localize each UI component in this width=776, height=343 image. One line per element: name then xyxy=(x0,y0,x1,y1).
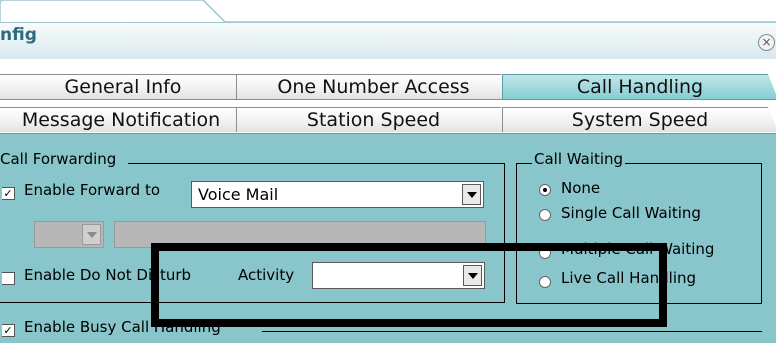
close-icon[interactable]: × xyxy=(758,34,775,51)
tab-one-number-access[interactable]: One Number Access xyxy=(236,74,511,99)
forward-to-select[interactable]: Voice Mail xyxy=(191,181,484,208)
forward-type-select[interactable] xyxy=(34,221,104,248)
forward-to-value: Voice Mail xyxy=(198,185,279,204)
radio-none[interactable] xyxy=(539,184,551,196)
enable-forward-label: Enable Forward to xyxy=(24,181,161,199)
tab-system-speed[interactable]: System Speed xyxy=(502,107,776,132)
annotation-highlight-box xyxy=(151,243,667,327)
tab-call-handling[interactable]: Call Handling xyxy=(502,74,776,99)
enable-forward-checkbox[interactable]: ✓ xyxy=(2,187,15,200)
tab-divider xyxy=(0,99,776,100)
chevron-down-icon[interactable] xyxy=(82,224,101,245)
tab-strip: General Info One Number Access Call Hand… xyxy=(0,59,776,135)
radio-none-label: None xyxy=(561,179,601,197)
window-title: nfig xyxy=(0,25,37,45)
call-forwarding-label: Call Forwarding xyxy=(0,150,119,168)
enable-busy-checkbox[interactable]: ✓ xyxy=(2,324,15,337)
radio-single-call-waiting[interactable] xyxy=(539,209,551,221)
title-bar: nfig × xyxy=(0,22,776,59)
enable-dnd-checkbox[interactable] xyxy=(2,272,15,285)
group-border-top xyxy=(262,331,762,332)
window-tab-outline xyxy=(0,0,776,23)
chevron-down-icon[interactable] xyxy=(462,184,481,205)
tab-station-speed[interactable]: Station Speed xyxy=(236,107,511,132)
tab-general-info[interactable]: General Info xyxy=(0,74,248,99)
radio-single-call-waiting-label: Single Call Waiting xyxy=(561,204,701,222)
tab-message-notification[interactable]: Message Notification xyxy=(0,107,246,132)
call-waiting-label: Call Waiting xyxy=(532,150,626,168)
